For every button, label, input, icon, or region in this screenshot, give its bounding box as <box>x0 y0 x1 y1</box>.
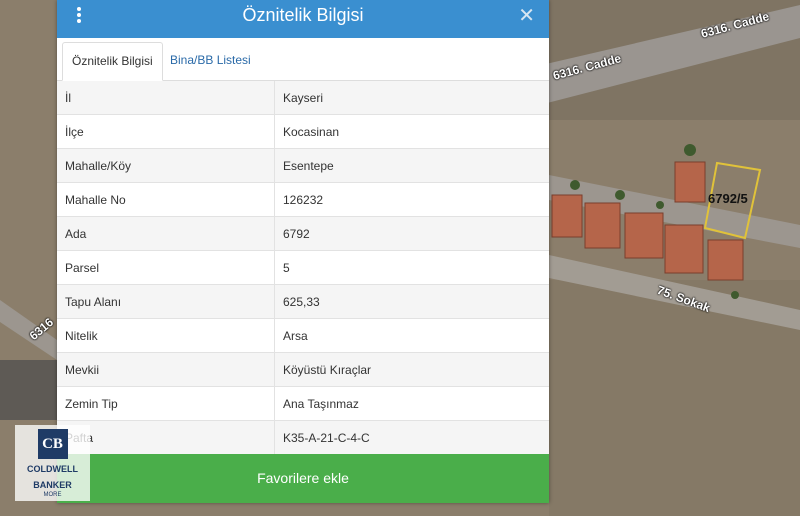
tab-attribute-info[interactable]: Öznitelik Bilgisi <box>62 42 163 81</box>
coldwell-banker-logo: CB COLDWELL BANKER MORE <box>15 425 90 501</box>
row-key: Mahalle No <box>57 182 275 217</box>
tab-building-list[interactable]: Bina/BB Listesi <box>161 42 260 79</box>
table-row: Nitelik Arsa <box>57 318 549 353</box>
row-key: Mahalle/Köy <box>57 148 275 183</box>
row-key: Parsel <box>57 250 275 285</box>
row-value: Arsa <box>274 318 549 353</box>
tab-bar: Öznitelik Bilgisi Bina/BB Listesi <box>57 38 549 81</box>
table-row: Zemin Tip Ana Taşınmaz <box>57 386 549 421</box>
logo-text-line2: BANKER <box>33 480 72 490</box>
table-row: Mevkii Köyüstü Kıraçlar <box>57 352 549 387</box>
parcel-label: 6792/5 <box>708 191 748 206</box>
table-row: Mahalle No 126232 <box>57 182 549 217</box>
table-row: İl Kayseri <box>57 81 549 115</box>
row-value: Esentepe <box>274 148 549 183</box>
panel-title: Öznitelik Bilgisi <box>242 5 364 25</box>
row-value: 5 <box>274 250 549 285</box>
row-key: Ada <box>57 216 275 251</box>
table-row: İlçe Kocasinan <box>57 114 549 149</box>
row-value: 625,33 <box>274 284 549 319</box>
row-value: 126232 <box>274 182 549 217</box>
add-to-favorites-button[interactable]: Favorilere ekle <box>57 454 549 503</box>
row-value: Ana Taşınmaz <box>274 386 549 421</box>
row-key: Tapu Alanı <box>57 284 275 319</box>
row-key: Nitelik <box>57 318 275 353</box>
attribute-table: İl Kayseri İlçe Kocasinan Mahalle/Köy Esent… <box>57 81 549 455</box>
table-row: Mahalle/Köy Esentepe <box>57 148 549 183</box>
attribute-info-panel: Öznitelik Bilgisi ✕ Öznitelik Bilgisi Bi… <box>57 0 549 503</box>
table-row: Parsel 5 <box>57 250 549 285</box>
table-row: PaftaK35-A-21-C-4-C <box>57 420 549 455</box>
row-key: İl <box>57 81 275 115</box>
logo-text-line3: MORE <box>43 492 62 498</box>
logo-mark: CB <box>37 429 68 459</box>
close-icon[interactable]: ✕ <box>518 3 535 28</box>
panel-header: Öznitelik Bilgisi ✕ <box>57 0 549 38</box>
row-key: Mevkii <box>57 352 275 387</box>
row-value: Köyüstü Kıraçlar <box>274 352 549 387</box>
row-value: Kayseri <box>274 81 549 115</box>
logo-text-line1: COLDWELL <box>27 464 78 474</box>
table-row: Ada 6792 <box>57 216 549 251</box>
row-value: 6792 <box>274 216 549 251</box>
table-row: Tapu Alanı 625,33 <box>57 284 549 319</box>
row-value: K35-A-21-C-4-C <box>274 420 549 455</box>
row-key: İlçe <box>57 114 275 149</box>
row-key: Zemin Tip <box>57 386 275 421</box>
row-value: Kocasinan <box>274 114 549 149</box>
